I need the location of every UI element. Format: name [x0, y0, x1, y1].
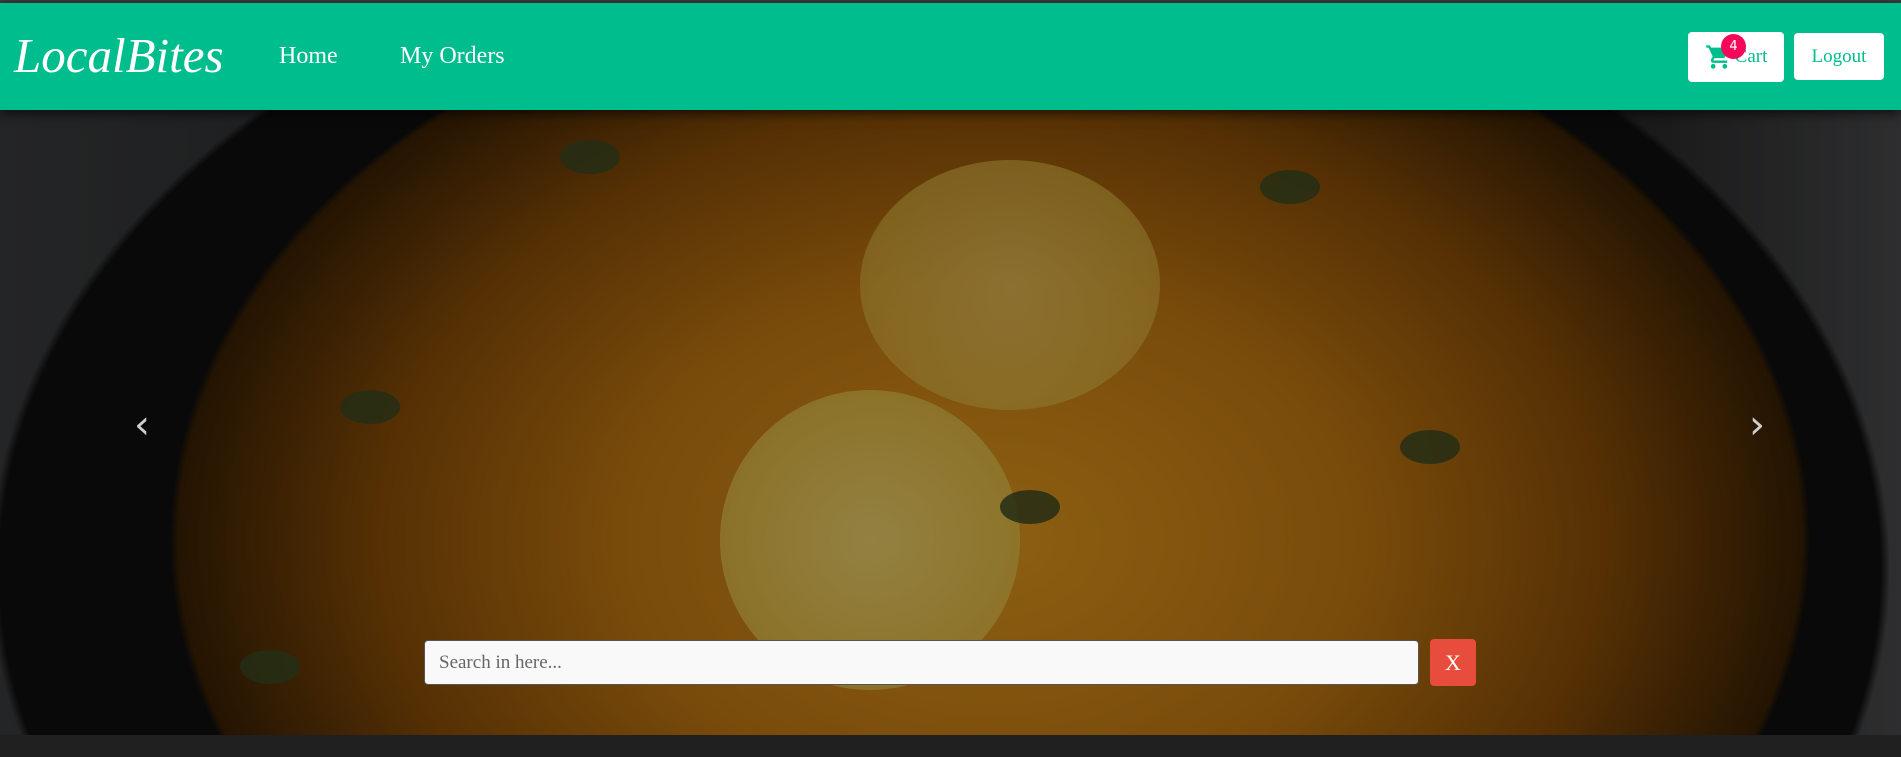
- footer-strip: [0, 735, 1901, 757]
- search-input[interactable]: [424, 640, 1419, 685]
- navbar: LocalBites Home My Orders Cart 4 Logout: [0, 3, 1901, 110]
- clear-search-button[interactable]: X: [1430, 639, 1476, 686]
- carousel-next-icon[interactable]: ›: [1742, 402, 1772, 448]
- cart-button[interactable]: Cart 4: [1688, 32, 1784, 82]
- cart-count-badge: 4: [1721, 34, 1746, 59]
- nav-home[interactable]: Home: [279, 43, 338, 70]
- nav-my-orders[interactable]: My Orders: [400, 43, 505, 70]
- logout-button[interactable]: Logout: [1794, 33, 1884, 80]
- brand-logo[interactable]: LocalBites: [14, 27, 224, 84]
- carousel-prev-icon[interactable]: ‹: [127, 402, 157, 448]
